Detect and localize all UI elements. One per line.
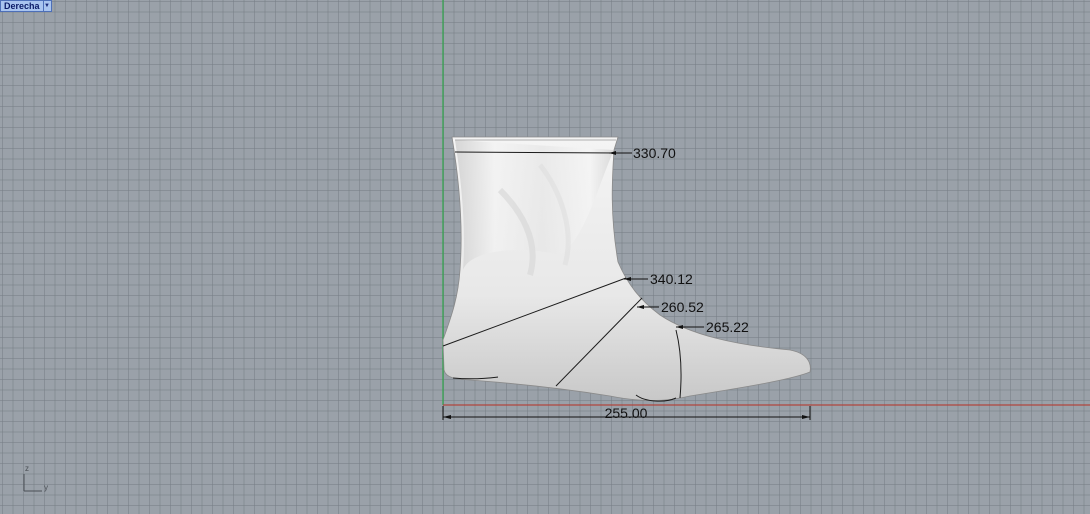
dimension-top[interactable]: 330.70 [609,145,676,161]
boot-last-model[interactable] [442,136,811,402]
dimension-length[interactable]: 255.00 [442,405,811,421]
dimension-ball-label: 265.22 [706,319,749,335]
axis-z-label: z [25,464,29,473]
dimension-waist-label: 260.52 [661,299,704,315]
dimension-top-label: 330.70 [633,145,676,161]
dimension-instep[interactable]: 340.12 [624,271,693,287]
viewport-canvas[interactable]: 330.70 340.12 260.52 265.22 255.00 z y [0,0,1090,514]
dimension-instep-label: 340.12 [650,271,693,287]
axis-triad: z y [23,464,48,492]
dimension-length-label: 255.00 [605,405,648,421]
axis-y-label: y [44,483,48,492]
